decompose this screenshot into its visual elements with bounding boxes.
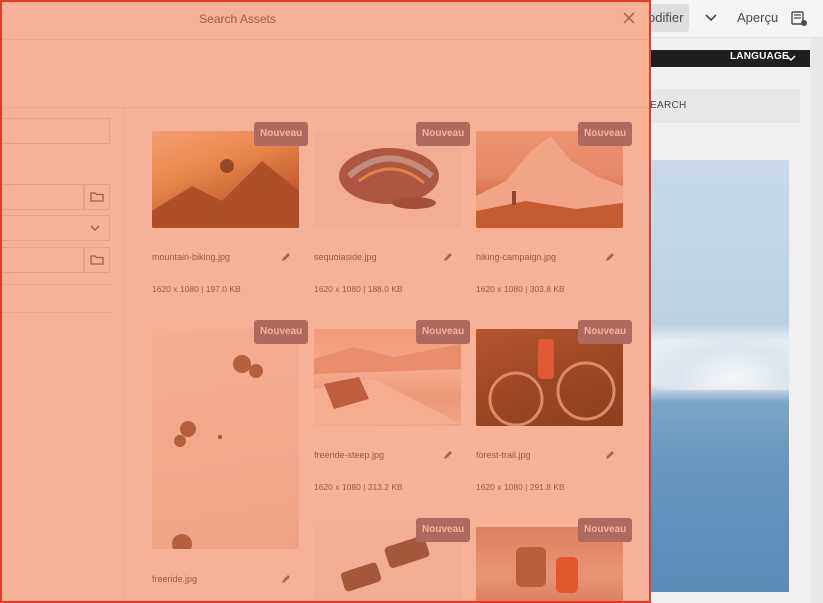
new-badge: Nouveau — [578, 518, 633, 542]
new-badge: Nouveau — [254, 320, 309, 344]
search-assets-dialog: Search Assets Nouveau mountain-biking.jp… — [0, 0, 651, 603]
new-badge: Nouveau — [416, 122, 471, 146]
tag-field[interactable] — [0, 247, 84, 273]
new-badge: Nouveau — [578, 320, 633, 344]
apercu-button[interactable]: Aperçu — [737, 10, 778, 25]
asset-filename: forest-trail.jpg — [476, 450, 531, 460]
search-input[interactable] — [0, 118, 110, 144]
asset-filename: sequoiaside.jpg — [314, 252, 377, 262]
asset-filename: hiking-campaign.jpg — [476, 252, 557, 262]
asset-filename: freeride.jpg — [152, 574, 198, 584]
chevron-down-icon — [90, 225, 100, 231]
asset-meta: 1620 x 1080 | 313.2 KB — [314, 482, 403, 492]
pencil-icon[interactable] — [605, 252, 615, 262]
close-icon[interactable] — [621, 10, 637, 26]
path-field[interactable] — [0, 184, 84, 210]
search-label: EARCH — [650, 100, 687, 111]
language-selector[interactable]: LANGUAGE — [730, 51, 789, 62]
tag-browse-button[interactable] — [84, 247, 110, 273]
dialog-subheader — [0, 40, 650, 108]
new-badge: Nouveau — [254, 122, 309, 146]
new-badge: Nouveau — [578, 122, 633, 146]
pencil-icon[interactable] — [605, 450, 615, 460]
path-browse-button[interactable] — [84, 184, 110, 210]
folder-icon — [90, 192, 104, 202]
dialog-title: Search Assets — [199, 12, 276, 26]
asset-meta: 1620 x 1080 | 197.0 KB — [152, 284, 241, 294]
asset-meta: 1620 x 1080 | 291.8 KB — [476, 482, 565, 492]
asset-filename: mountain-biking.jpg — [152, 252, 231, 262]
filters-panel — [0, 108, 124, 603]
asset-type-select[interactable] — [0, 215, 110, 241]
pencil-icon[interactable] — [443, 450, 453, 460]
pencil-icon[interactable] — [281, 574, 291, 584]
divider — [0, 312, 112, 313]
asset-filename: freeride-steep.jpg — [314, 450, 385, 460]
new-badge: Nouveau — [416, 518, 471, 542]
asset-thumbnail[interactable] — [152, 329, 299, 549]
page-properties-icon[interactable] — [791, 10, 808, 27]
hero-image-mountain — [650, 330, 789, 390]
new-badge: Nouveau — [416, 320, 471, 344]
asset-thumbnail-art — [172, 355, 263, 549]
divider — [0, 284, 112, 285]
folder-icon — [90, 255, 104, 265]
chevron-down-icon — [786, 55, 796, 61]
dialog-header: Search Assets — [0, 0, 650, 40]
asset-meta: 1620 x 1080 | 303.8 KB — [476, 284, 565, 294]
preview-scrollbar[interactable] — [811, 38, 823, 603]
pencil-icon[interactable] — [281, 252, 291, 262]
asset-meta: 1620 x 1080 | 188.0 KB — [314, 284, 403, 294]
pencil-icon[interactable] — [443, 252, 453, 262]
chevron-down-icon[interactable] — [702, 9, 720, 27]
